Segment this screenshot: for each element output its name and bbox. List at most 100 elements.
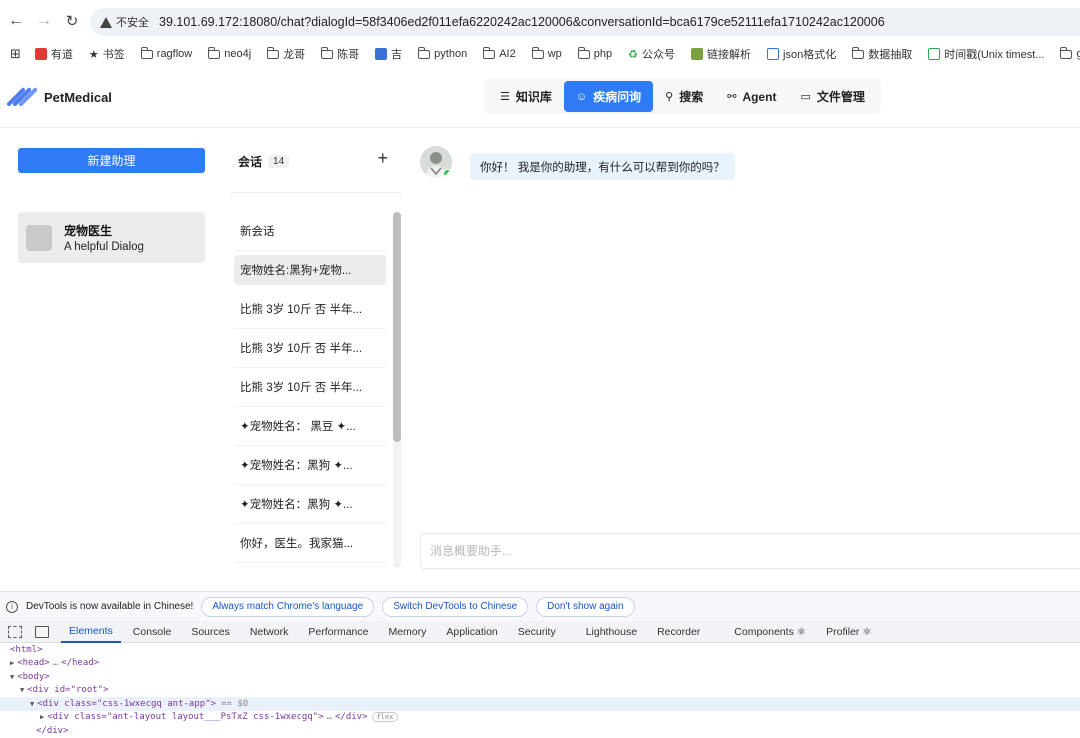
message-input[interactable] [420,533,1080,569]
flex-badge[interactable]: flex [371,712,399,723]
bookmark-youdao[interactable]: 有道 [34,46,73,62]
conversation-item[interactable]: ✦宠物姓名：黑狗 ✦... [234,446,386,485]
dont-show-again-button[interactable]: Don't show again [536,596,635,617]
nav-knowledge-base[interactable]: ☰ 知识库 [488,81,564,112]
dom-node[interactable]: </div> [0,724,1080,738]
ellipsis-icon: … [52,658,59,669]
site-icon [691,48,704,60]
bookmark-ragflow[interactable]: ragflow [140,46,192,60]
tab-console[interactable]: Console [125,621,180,643]
conversation-list: 新会话 宠物姓名:黑狗+宠物... 比熊 3岁 10斤 否 半年... 比熊 3… [234,212,386,563]
conversation-item[interactable]: 比熊 3岁 10斤 否 半年... [234,329,386,368]
conversation-item[interactable]: 你好，医生。我家猫... [234,524,386,563]
address-bar[interactable]: 不安全 39.101.69.172:18080/chat?dialogId=58… [90,8,1080,36]
tab-performance[interactable]: Performance [300,621,376,643]
bookmark-data-extract[interactable]: 数据抽取 [852,46,912,62]
assistant-chat-avatar [420,146,452,178]
dom-node[interactable]: <html> [0,643,1080,657]
back-icon[interactable]: ← [2,7,30,35]
bookmark-gongzhonghao[interactable]: ♻ 公众号 [628,46,675,62]
folder-icon [531,46,544,59]
site-icon [375,48,388,60]
search-icon: ⚲ [665,91,674,103]
tab-security[interactable]: Security [510,621,564,643]
tab-elements[interactable]: Elements [61,621,121,643]
devtools-tabs: Elements Console Sources Network Perform… [0,621,1080,643]
conversations-title: 会话 [238,154,263,169]
assistant-message-bubble: 你好！ 我是你的助理，有什么可以帮到你的吗？ [470,153,735,180]
bookmark-link-parse[interactable]: 链接解析 [691,46,751,62]
nav-disease-consult[interactable]: ☺ 疾病问询 [563,81,654,112]
tab-recorder[interactable]: Recorder [649,621,708,643]
conversation-item[interactable]: 比熊 3岁 10斤 否 半年... [234,290,386,329]
device-toolbar-icon[interactable] [35,625,49,638]
bookmark-chenge[interactable]: 陈哥 [321,46,359,62]
bookmark-bookmarks[interactable]: ★ 书签 [89,46,125,62]
nav-search[interactable]: ⚲ 搜索 [653,81,715,112]
brand-logo[interactable]: PetMedical [6,84,112,110]
inspect-element-icon[interactable] [8,625,22,638]
reload-icon[interactable]: ↻ [58,7,86,35]
bookmark-php[interactable]: php [577,46,612,60]
new-assistant-button[interactable]: 新建助理 [18,148,205,173]
folder-icon [321,46,334,59]
conversation-item[interactable]: ✦宠物姓名：黑狗 ✦... [234,485,386,524]
collapse-icon[interactable]: ▼ [10,673,14,681]
conversation-scrollbar[interactable] [393,212,401,568]
dom-node[interactable]: ▶ <head> … </head> [0,657,1080,671]
dom-node[interactable]: ▶ <div class="ant-layout layout___PsTxZ … [0,711,1080,725]
conversation-item[interactable]: ✦宠物姓名： 黑豆 ✦... [234,407,386,446]
tab-memory[interactable]: Memory [380,621,434,643]
tab-profiler[interactable]: Profiler ⚛ [818,621,880,643]
bookmark-wp[interactable]: wp [531,46,562,60]
expand-icon[interactable]: ▶ [10,659,14,667]
dom-node-selected[interactable]: ▼ <div class="css-1wxecgq ant-app"> == $… [0,697,1080,711]
main-nav: ☰ 知识库 ☺ 疾病问询 ⚲ 搜索 ⚯ Agent ▭ 文件管理 [484,79,881,114]
recycle-icon: ♻ [628,48,639,61]
site-icon [767,48,780,60]
bookmark-timestamp[interactable]: 时间戳(Unix timest... [928,46,1044,62]
tab-sources[interactable]: Sources [183,621,238,643]
always-match-language-button[interactable]: Always match Chrome's language [201,596,375,617]
bookmark-longge[interactable]: 龙哥 [267,46,305,62]
online-status-dot [443,169,452,178]
forward-icon[interactable]: → [30,7,58,35]
dom-node[interactable]: ▼ <body> [0,670,1080,684]
scrollbar-thumb[interactable] [393,212,401,442]
collapse-icon[interactable]: ▼ [30,700,34,708]
bookmark-ai2[interactable]: AI2 [483,46,516,60]
conversation-item[interactable]: 新会话 [234,212,386,251]
add-conversation-icon[interactable]: + [377,148,388,169]
folder-icon [418,46,431,59]
collapse-icon[interactable]: ▼ [20,686,24,694]
folder-icon [852,46,865,59]
apps-icon[interactable]: ⊞ [10,46,21,62]
tab-application[interactable]: Application [438,621,505,643]
app-header: PetMedical ☰ 知识库 ☺ 疾病问询 ⚲ 搜索 ⚯ Agent ▭ 文… [0,68,1080,128]
bookmark-neo4j[interactable]: neo4j [208,46,251,60]
nav-file-management[interactable]: ▭ 文件管理 [788,81,876,112]
bookmark-ji[interactable]: 吉 [375,46,402,62]
security-indicator[interactable]: 不安全 [100,14,159,30]
folder-icon: ▭ [800,91,811,103]
tab-network[interactable]: Network [242,621,297,643]
conversation-item-selected[interactable]: 宠物姓名:黑狗+宠物... [234,255,386,285]
expand-icon[interactable]: ▶ [40,713,44,721]
divider [230,192,402,193]
bookmark-json-format[interactable]: json格式化 [767,46,836,62]
conversation-item[interactable]: 比熊 3岁 10斤 否 半年... [234,368,386,407]
conversations-header: 会话 14 + [238,148,398,172]
assistant-name: 宠物医生 [64,224,113,238]
assistant-card[interactable]: 宠物医生 A helpful Dialog [18,212,205,263]
devtools-language-notice: i DevTools is now available in Chinese! … [0,591,1080,621]
chat-icon: ☺ [575,90,588,103]
tab-lighthouse[interactable]: Lighthouse [578,621,645,643]
nav-agent[interactable]: ⚯ Agent [715,81,788,112]
switch-to-chinese-button[interactable]: Switch DevTools to Chinese [382,596,529,617]
url-text[interactable]: 39.101.69.172:18080/chat?dialogId=58f340… [159,15,885,29]
bookmark-python[interactable]: python [418,46,467,60]
conversations-count-badge: 14 [268,154,290,168]
tab-components[interactable]: Components ⚛ [726,621,814,643]
bookmark-guaji[interactable]: guaji [1060,46,1080,60]
dom-node[interactable]: ▼ <div id="root"> [0,684,1080,698]
